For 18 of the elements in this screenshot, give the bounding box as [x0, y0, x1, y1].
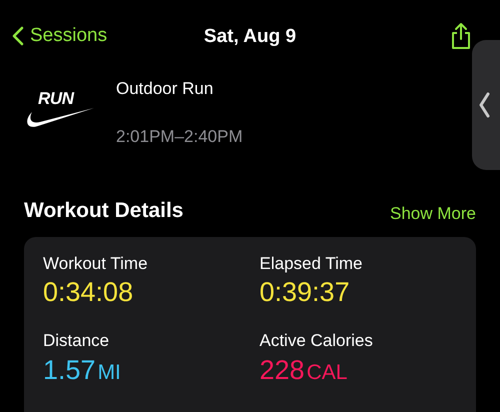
run-logo: RUN	[24, 86, 96, 142]
show-more-link[interactable]: Show More	[390, 201, 476, 226]
metric-label: Distance	[43, 330, 110, 352]
metric-value: 0:34:08	[43, 276, 134, 308]
metric-value: 1.57 MI	[43, 354, 121, 386]
workout-name: Outdoor Run	[116, 78, 214, 100]
back-chevron-icon	[12, 26, 24, 46]
side-handle[interactable]	[472, 40, 500, 170]
metric-label: Elapsed Time	[260, 252, 362, 274]
time-range: 2:01PM–2:40PM	[116, 126, 243, 148]
metric-label: Active Calories	[260, 330, 373, 352]
share-button[interactable]	[450, 22, 472, 50]
back-button[interactable]: Sessions	[12, 22, 108, 50]
section-title: Workout Details	[24, 198, 184, 224]
metric-value: 228CAL	[260, 354, 348, 386]
nav-title: Sat, Aug 9	[202, 25, 298, 49]
metric-value: 0:39:37	[260, 276, 350, 308]
metric-label: Workout Time	[43, 252, 148, 274]
